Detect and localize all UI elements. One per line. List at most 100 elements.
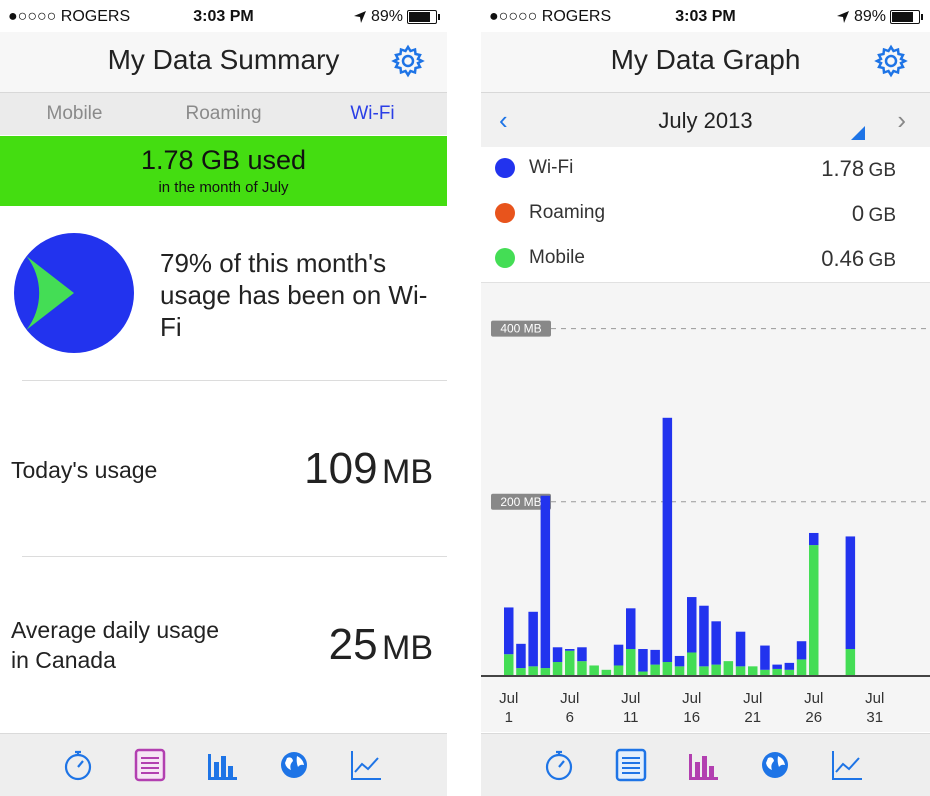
- bar-wifi: [613, 644, 624, 666]
- legend-number: 0: [851, 201, 865, 226]
- stopwatch-icon[interactable]: [61, 748, 95, 782]
- x-tick-label: Jul: [865, 690, 884, 707]
- bar-mobile: [711, 664, 721, 675]
- legend-unit: GB: [868, 250, 896, 271]
- bar-mobile: [760, 669, 770, 675]
- pie-description: 79% of this month's usage has been on Wi…: [160, 247, 435, 343]
- bar-mobile: [626, 649, 636, 675]
- data-type-segments: Mobile Roaming Wi-Fi: [0, 93, 447, 135]
- dropdown-corner-icon: [851, 126, 865, 140]
- bar-mobile: [516, 668, 526, 675]
- list-icon[interactable]: [133, 748, 167, 782]
- list-icon[interactable]: [614, 748, 648, 782]
- x-tick-label: Jul: [743, 690, 762, 707]
- divider: [22, 380, 447, 381]
- bar-mobile: [638, 671, 648, 675]
- bar-wifi: [577, 647, 587, 662]
- legend-unit: GB: [868, 205, 896, 226]
- legend-number: 0.46: [821, 246, 865, 271]
- summary-screen: ●○○○○ ROGERS 3:03 PM 89% My Data Summary…: [0, 0, 447, 796]
- graph-screen: ●○○○○ ROGERS 3:03 PM 89% My Data Graph ‹…: [481, 0, 930, 796]
- bar-mobile: [577, 661, 587, 675]
- bar-wifi: [809, 532, 819, 546]
- bar-mobile: [699, 666, 709, 675]
- bar-wifi: [674, 655, 685, 667]
- status-bar: ●○○○○ ROGERS 3:03 PM 89%: [481, 0, 930, 32]
- wifi-dot-icon: [495, 158, 515, 178]
- legend-name: Roaming: [529, 202, 606, 223]
- used-value: 1.78 GB used: [140, 145, 307, 175]
- pie-section: 79% of this month's usage has been on Wi…: [0, 207, 447, 380]
- today-usage-value: 109 MB: [304, 444, 433, 494]
- tab-bar: [0, 733, 447, 796]
- bar-mobile: [662, 662, 673, 675]
- gear-icon[interactable]: [874, 44, 908, 78]
- battery-percent: 89%: [853, 8, 886, 25]
- bar-chart-icon[interactable]: [205, 748, 239, 782]
- gear-icon[interactable]: [391, 44, 425, 78]
- line-chart-icon[interactable]: [830, 748, 864, 782]
- location-arrow-icon: [353, 11, 366, 23]
- bar-wifi: [735, 631, 746, 667]
- legend-number: 1.78: [821, 156, 865, 181]
- tab-roaming[interactable]: Roaming: [149, 93, 298, 135]
- x-tick-label: 26: [805, 709, 822, 726]
- x-tick-label: Jul: [621, 690, 640, 707]
- bar-mobile: [650, 664, 660, 675]
- tab-bar: [481, 733, 930, 796]
- battery-icon: [407, 10, 440, 24]
- bar-mobile: [613, 665, 624, 675]
- x-tick-label: Jul: [499, 690, 518, 707]
- page-title: My Data Summary: [107, 44, 340, 75]
- battery-indicator: 89%: [353, 8, 440, 26]
- legend-item-mobile: Mobile 0.46 GB: [481, 237, 930, 282]
- bar-wifi: [540, 495, 551, 669]
- chart-svg: 400 MB 200 MB Jul 1 Jul 6 Jul 11 Jul 16 Jul 21 Jul 26…: [481, 320, 930, 726]
- bar-wifi: [772, 664, 782, 669]
- nav-bar: My Data Graph: [481, 32, 930, 93]
- average-usage-label: Average daily usage in Canada: [11, 617, 219, 673]
- today-value: 109: [304, 444, 378, 493]
- bar-mobile: [504, 654, 514, 675]
- x-tick-label: 6: [566, 709, 574, 726]
- bar-wifi: [760, 645, 770, 670]
- stopwatch-icon[interactable]: [542, 748, 576, 782]
- location-arrow-icon: [836, 11, 849, 23]
- x-tick-label: 31: [866, 709, 883, 726]
- tab-mobile[interactable]: Mobile: [0, 93, 149, 135]
- bar-mobile: [772, 668, 782, 675]
- bar-wifi: [528, 611, 538, 667]
- battery-level: [409, 12, 431, 22]
- bar-wifi: [796, 641, 807, 660]
- x-tick-label: Jul: [560, 690, 579, 707]
- bar-mobile: [540, 668, 551, 675]
- bar-wifi: [687, 597, 697, 653]
- bar-mobile: [552, 662, 563, 675]
- bar-mobile: [601, 669, 612, 675]
- line-chart-icon[interactable]: [349, 748, 383, 782]
- usage-banner: 1.78 GB used in the month of July: [0, 136, 447, 206]
- bar-wifi: [845, 536, 856, 650]
- legend-name: Mobile: [529, 247, 585, 268]
- legend-value: 1.78 GB: [821, 156, 896, 182]
- bar-mobile: [809, 545, 819, 675]
- bar-mobile: [748, 666, 758, 675]
- average-value: 25: [328, 620, 378, 669]
- legend-item-wifi: Wi-Fi 1.78 GB: [481, 147, 930, 192]
- gridline-label: 400 MB: [500, 322, 541, 336]
- bar-wifi: [662, 417, 673, 663]
- bar-mobile: [784, 669, 795, 675]
- bar-chart-icon[interactable]: [686, 748, 720, 782]
- globe-icon[interactable]: [277, 748, 311, 782]
- x-tick-label: 1: [505, 709, 513, 726]
- tab-wifi[interactable]: Wi-Fi: [298, 93, 447, 135]
- chevron-right-icon[interactable]: ›: [897, 105, 906, 136]
- month-selector: ‹ July 2013 ›: [481, 93, 930, 147]
- bar-wifi: [638, 649, 648, 672]
- bar-mobile: [735, 666, 746, 675]
- globe-icon[interactable]: [758, 748, 792, 782]
- pie-text: % of this month's usage has been on Wi-F…: [160, 248, 428, 342]
- today-unit: MB: [382, 453, 433, 491]
- x-tick-label: 16: [683, 709, 700, 726]
- used-subtitle: in the month of July: [158, 179, 289, 196]
